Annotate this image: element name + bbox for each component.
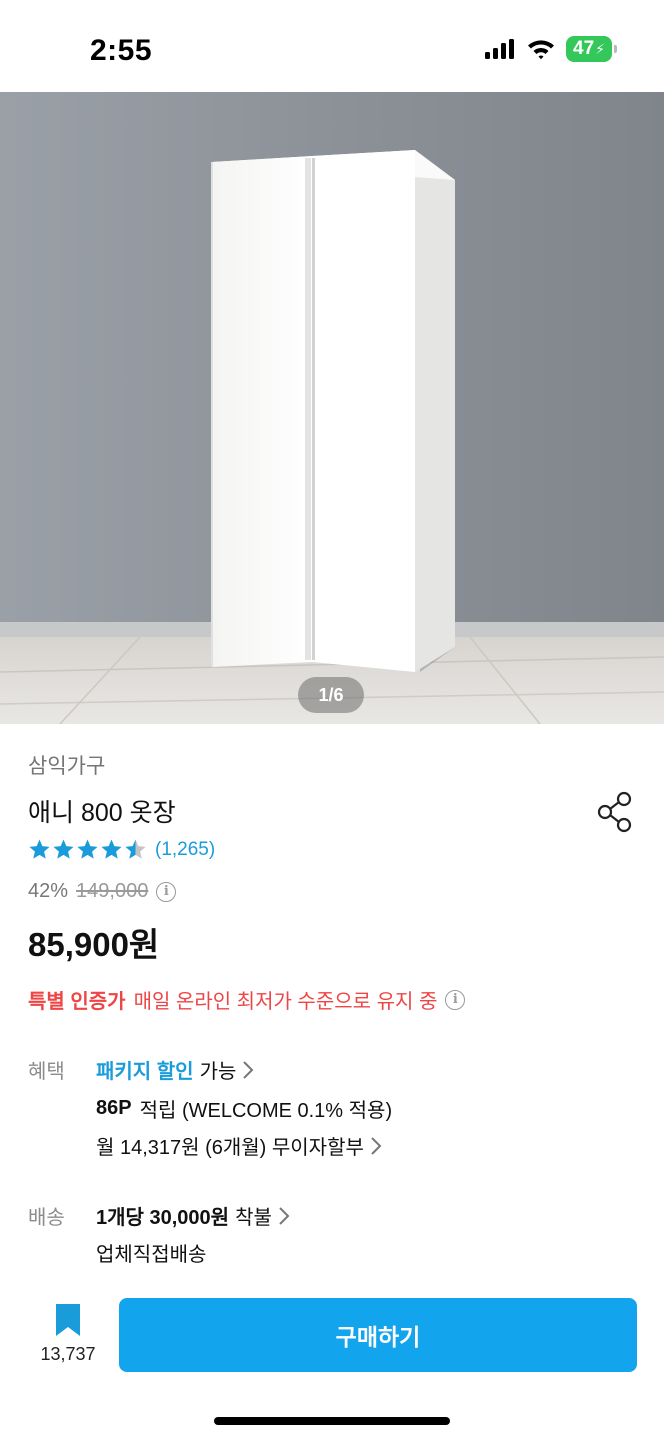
promo-text: 매일 온라인 최저가 수준으로 유지 중 [133, 991, 438, 1013]
star-icon [29, 839, 50, 859]
chevron-right-icon [371, 1136, 382, 1155]
points-amount: 86P [96, 1097, 132, 1119]
chevron-right-icon [243, 1060, 254, 1079]
charging-bolt-icon: ⚡ [595, 40, 605, 57]
home-indicator [214, 1417, 450, 1425]
installment-row[interactable]: 월 14,317원 (6개월) 무이자할부 [96, 1131, 382, 1160]
wishlist-button[interactable]: 13,737 [34, 1302, 102, 1365]
star-icon [77, 839, 98, 859]
shipping-fee-row[interactable]: 1개당 30,000원 착불 [96, 1201, 290, 1230]
product-title: 애니 800 옷장 [28, 799, 176, 827]
benefits-label: 혜택 [28, 1061, 65, 1083]
info-icon[interactable]: i [156, 881, 177, 902]
shipping-label: 배송 [28, 1207, 65, 1229]
promo-label: 특별 인증가 [28, 991, 126, 1013]
shipping-fee: 1개당 30,000원 [96, 1207, 230, 1229]
buy-button[interactable]: 구매하기 [119, 1298, 637, 1372]
product-image [0, 92, 664, 724]
package-discount-suffix: 가능 [199, 1061, 237, 1083]
sale-price: 85,900원 [28, 926, 160, 963]
shipping-fee-suffix: 착불 [235, 1207, 272, 1229]
star-rating [28, 838, 147, 861]
status-icons: 47 ⚡ [484, 36, 617, 62]
status-bar: 2:55 47 ⚡ [0, 0, 664, 92]
battery-level: 47 [573, 38, 595, 59]
status-time: 2:55 [90, 34, 153, 67]
image-page-indicator: 1/6 [298, 677, 364, 713]
share-icon[interactable] [596, 790, 636, 834]
info-icon[interactable]: i [445, 989, 466, 1010]
star-icon [101, 839, 122, 859]
discount-percent: 42% [28, 880, 69, 902]
bookmark-icon [56, 1304, 80, 1336]
star-icon [125, 839, 146, 859]
product-image-gallery[interactable]: 1/6 [0, 92, 664, 724]
points-row: 86P 적립 (WELCOME 0.1% 적용) [96, 1094, 392, 1123]
rating[interactable]: (1,265) [28, 838, 215, 861]
package-discount-row[interactable]: 패키지 할인 가능 [96, 1055, 254, 1084]
brand-link[interactable]: 삼익가구 [28, 750, 105, 780]
original-price: 149,000 [76, 880, 149, 902]
signal-icon [485, 39, 514, 59]
wifi-icon [528, 40, 554, 60]
installment-text: 월 14,317원 (6개월) 무이자할부 [96, 1137, 364, 1159]
chevron-right-icon [279, 1206, 290, 1225]
battery-icon: 47 ⚡ [566, 36, 617, 62]
price-row: 42% 149,000 i [28, 880, 177, 903]
wishlist-count: 13,737 [40, 1344, 96, 1364]
review-count[interactable]: (1,265) [155, 839, 215, 861]
star-icon [53, 839, 74, 859]
points-description: 적립 (WELCOME 0.1% 적용) [139, 1100, 393, 1122]
shipping-method: 업체직접배송 [96, 1244, 207, 1266]
package-discount-link[interactable]: 패키지 할인 [96, 1055, 194, 1084]
promo-banner: 특별 인증가 매일 온라인 최저가 수준으로 유지 중 i [28, 985, 466, 1014]
